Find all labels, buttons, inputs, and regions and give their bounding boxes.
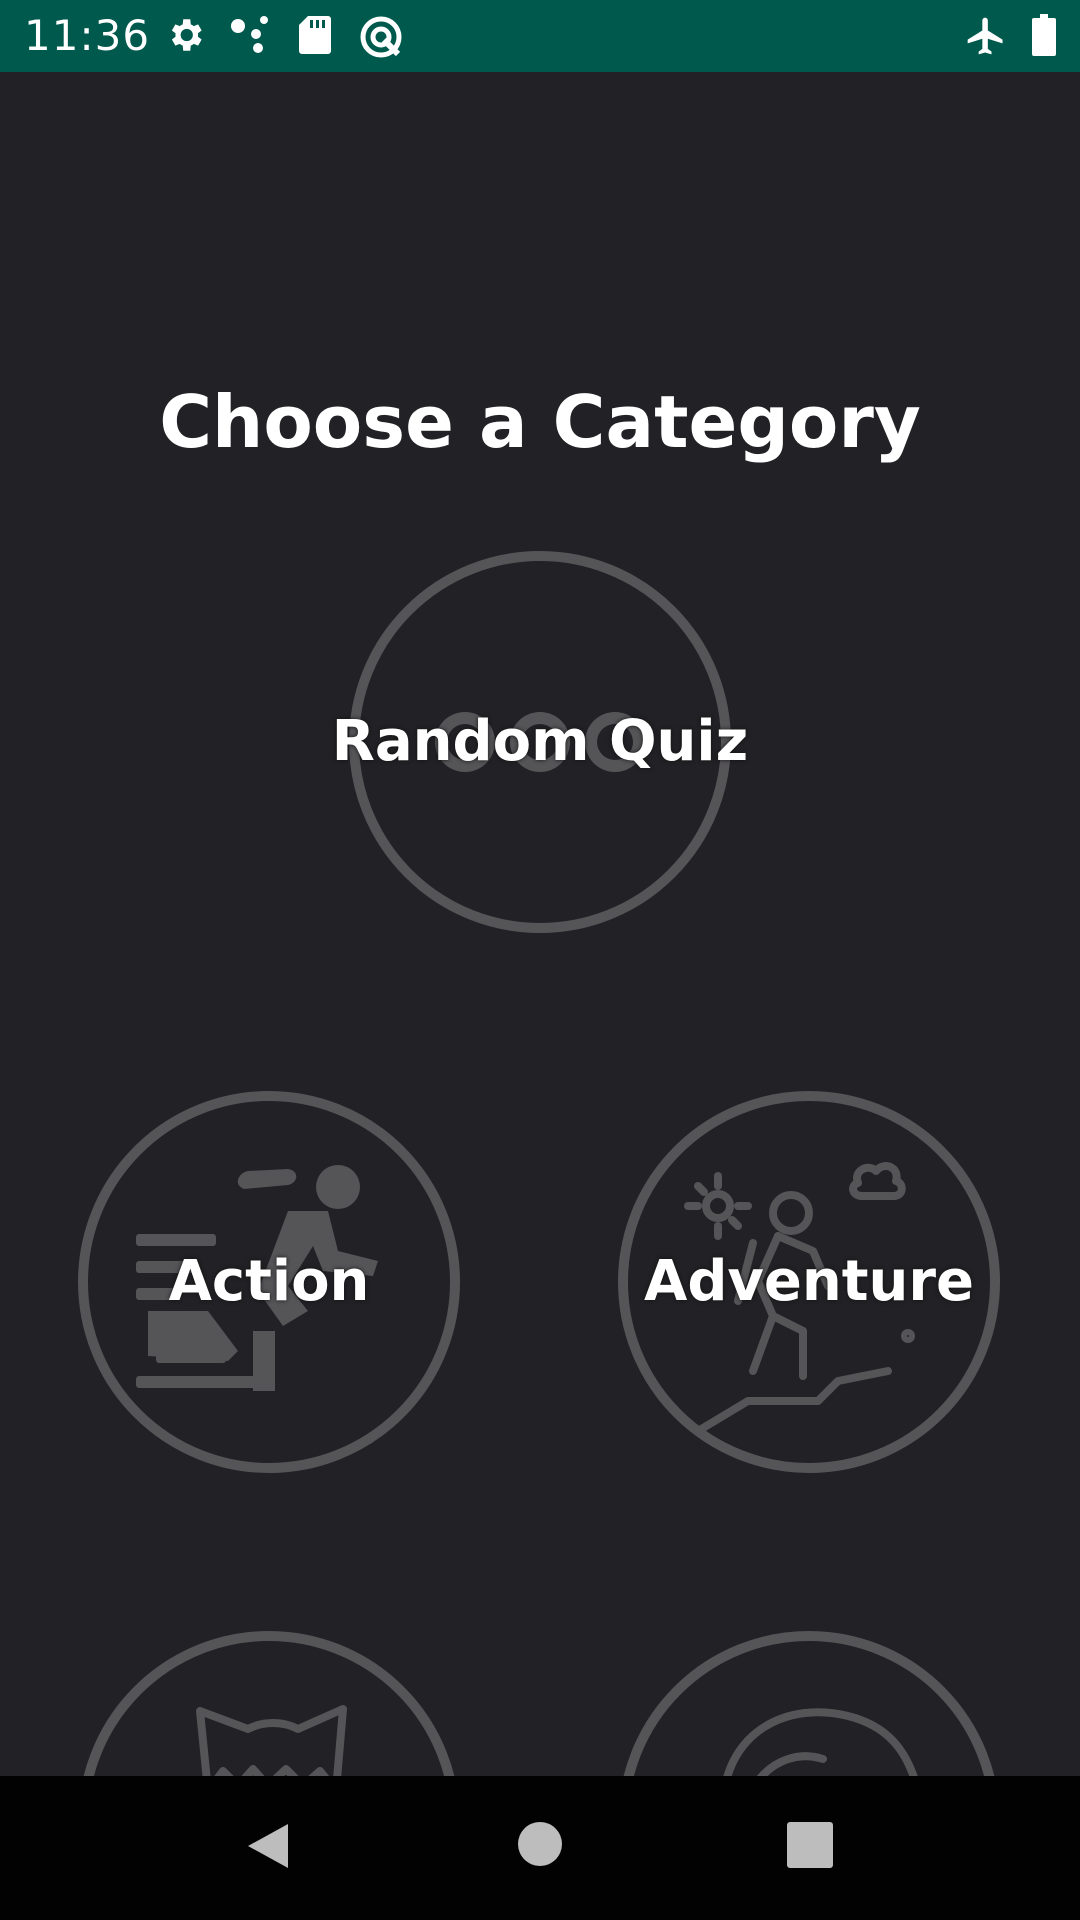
data-saver-icon bbox=[358, 14, 404, 65]
status-bar: 11:36 bbox=[0, 0, 1080, 72]
category-character[interactable] bbox=[618, 1631, 1000, 1776]
battery-icon bbox=[1032, 14, 1056, 61]
category-label: Random Quiz bbox=[331, 709, 749, 774]
category-adventure[interactable]: Adventure bbox=[618, 1091, 1000, 1473]
category-random-quiz[interactable]: Random Quiz bbox=[332, 551, 748, 933]
settings-icon bbox=[164, 14, 206, 61]
character-face-icon bbox=[723, 1708, 918, 1776]
status-time: 11:36 bbox=[24, 11, 151, 60]
airplane-mode-icon bbox=[964, 14, 1008, 63]
category-label: Action bbox=[168, 1249, 370, 1314]
category-label: Adventure bbox=[643, 1249, 974, 1314]
cat-icon bbox=[196, 1705, 347, 1776]
navigation-bar bbox=[0, 1776, 1080, 1920]
category-screen: Choose a Category Random Quiz Action Adv… bbox=[0, 72, 1080, 1776]
category-anime-cat[interactable] bbox=[78, 1631, 460, 1776]
recents-icon[interactable] bbox=[787, 1822, 833, 1873]
sd-card-icon bbox=[298, 14, 332, 61]
category-action[interactable]: Action bbox=[78, 1091, 460, 1473]
back-icon[interactable] bbox=[246, 1822, 290, 1875]
home-icon[interactable] bbox=[518, 1822, 562, 1871]
assistant-dots-icon bbox=[228, 14, 272, 61]
page-title: Choose a Category bbox=[159, 380, 921, 464]
